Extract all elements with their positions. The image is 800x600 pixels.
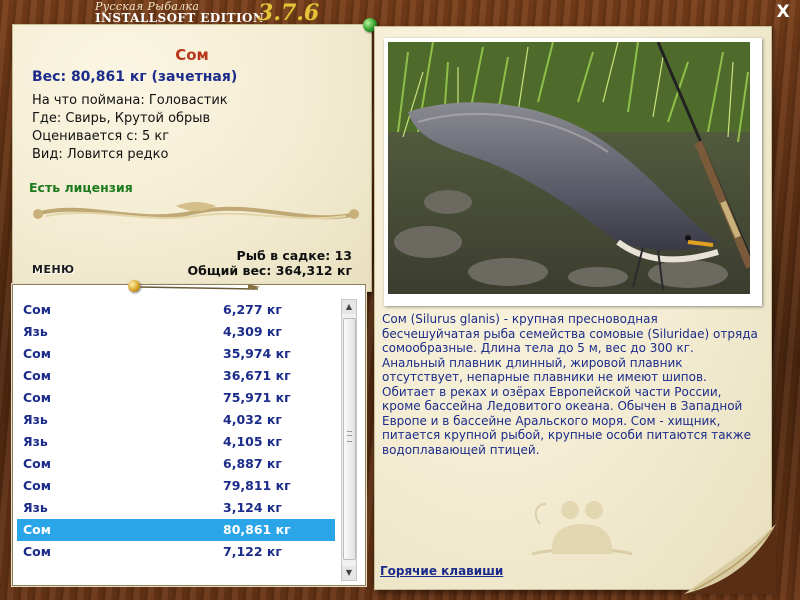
close-button[interactable]: X <box>774 3 792 21</box>
fish-photo-frame <box>384 38 762 306</box>
catch-fish-weight: 4,309 кг <box>223 324 282 339</box>
fish-details: На что поймана: Головастик Где: Свирь, К… <box>32 92 228 164</box>
catch-fish-weight: 7,122 кг <box>223 544 282 559</box>
catch-list-row[interactable]: Сом 6,277 кг <box>17 299 335 321</box>
fish-name-title: Сом <box>175 46 209 64</box>
catch-fish-weight: 3,124 кг <box>223 500 282 515</box>
scroll-thumb[interactable] <box>343 318 356 560</box>
fisherman-emblem-icon <box>531 501 633 556</box>
catch-fish-name: Язь <box>23 412 48 427</box>
catch-fish-weight: 79,811 кг <box>223 478 291 493</box>
scroll-down-icon[interactable]: ▼ <box>342 566 356 580</box>
catch-fish-name: Сом <box>23 302 51 317</box>
catch-fish-name: Сом <box>23 390 51 405</box>
catch-fish-name: Сом <box>23 368 51 383</box>
catch-list[interactable]: Сом 6,277 кг Язь 4,309 кг Сом 35,974 кг Сом 36,… <box>17 299 335 563</box>
catch-list-row[interactable]: Язь 4,105 кг <box>17 431 335 453</box>
ornament-divider <box>33 202 359 220</box>
catch-fish-weight: 75,971 кг <box>223 390 291 405</box>
catch-list-row[interactable]: Сом 36,671 кг <box>17 365 335 387</box>
catch-fish-name: Сом <box>23 456 51 471</box>
catch-list-row[interactable]: Язь 3,124 кг <box>17 497 335 519</box>
fish-place: Где: Свирь, Крутой обрыв <box>32 111 211 126</box>
catch-fish-weight: 6,887 кг <box>223 456 282 471</box>
catch-fish-name: Сом <box>23 544 51 559</box>
catch-fish-weight: 4,032 кг <box>223 412 282 427</box>
catch-list-row[interactable]: Сом 7,122 кг <box>17 541 335 563</box>
fish-bait: На что поймана: Головастик <box>32 93 228 108</box>
page-curl-decoration <box>684 524 776 594</box>
catfish-photo <box>388 42 750 294</box>
catch-fish-weight: 80,861 кг <box>223 522 291 537</box>
catch-list-row[interactable]: Сом 80,861 кг <box>17 519 335 541</box>
catch-fish-name: Язь <box>23 500 48 515</box>
catch-fish-weight: 4,105 кг <box>223 434 282 449</box>
license-status: Есть лицензия <box>29 180 133 195</box>
catch-fish-name: Сом <box>23 346 51 361</box>
pushpin-string-decoration <box>140 284 260 290</box>
brand-version: 3.7.6 <box>258 0 320 26</box>
fish-weight: Вес: 80,861 кг (зачетная) <box>32 69 238 85</box>
brand-edition: INSTALLSOFT EDITION <box>95 11 265 25</box>
catch-list-scrollbar[interactable]: ▲ ▼ <box>341 299 357 581</box>
catch-fish-name: Сом <box>23 478 51 493</box>
keepnet-stats: Рыб в садке: 13 Общий вес: 364,312 кг <box>188 248 353 278</box>
fish-kind: Вид: Ловится редко <box>32 147 169 162</box>
catch-list-panel: Сом 6,277 кг Язь 4,309 кг Сом 35,974 кг Сом 36,… <box>12 284 366 586</box>
fish-rated: Оценивается с: 5 кг <box>32 129 170 144</box>
fish-count: Рыб в садке: 13 <box>236 248 352 263</box>
hotkeys-link[interactable]: Горячие клавиши <box>380 564 503 578</box>
catch-fish-name: Язь <box>23 434 48 449</box>
scroll-up-icon[interactable]: ▲ <box>342 300 356 314</box>
menu-button[interactable]: МЕНЮ <box>32 263 75 276</box>
catch-fish-weight: 36,671 кг <box>223 368 291 383</box>
catch-list-row[interactable]: Язь 4,309 кг <box>17 321 335 343</box>
catch-fish-name: Язь <box>23 324 48 339</box>
catch-fish-weight: 35,974 кг <box>223 346 291 361</box>
catch-fish-weight: 6,277 кг <box>223 302 282 317</box>
fish-description: Сом (Silurus glanis) - крупная пресновод… <box>382 312 758 457</box>
fish-description-paper: Сом (Silurus glanis) - крупная пресновод… <box>374 26 776 594</box>
catch-list-row[interactable]: Сом 75,971 кг <box>17 387 335 409</box>
total-weight: Общий вес: 364,312 кг <box>187 263 353 278</box>
catch-list-row[interactable]: Язь 4,032 кг <box>17 409 335 431</box>
catch-fish-name: Сом <box>23 522 51 537</box>
catch-list-row[interactable]: Сом 35,974 кг <box>17 343 335 365</box>
gold-pushpin-icon <box>128 280 140 292</box>
catfish-photo-illustration <box>388 42 750 294</box>
catch-list-row[interactable]: Сом 79,811 кг <box>17 475 335 497</box>
catch-list-row[interactable]: Сом 6,887 кг <box>17 453 335 475</box>
